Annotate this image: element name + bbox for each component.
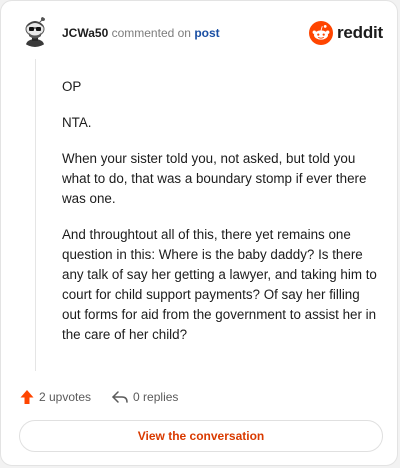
reply-button[interactable]: 0 replies <box>111 389 178 405</box>
comment-paragraph: And throughtout all of this, there yet r… <box>62 227 377 342</box>
upvote-button[interactable]: 2 upvotes <box>19 389 91 405</box>
view-conversation-button[interactable]: View the conversation <box>19 420 383 452</box>
username-link[interactable]: JCWa50 <box>62 26 108 40</box>
comment-card: JCWa50 commented on post reddit OP NTA. … <box>0 0 398 466</box>
reply-count: 0 replies <box>133 390 179 404</box>
comment-header: JCWa50 commented on post reddit <box>19 15 383 51</box>
reddit-snoo-icon <box>308 21 333 45</box>
reply-arrow-icon <box>112 391 128 403</box>
comment-body: OP NTA. When your sister told you, not a… <box>62 77 382 361</box>
comment-actions: 2 upvotes 0 replies <box>19 387 178 407</box>
brand-name: reddit <box>336 23 383 42</box>
upvote-count: 2 upvotes <box>39 390 92 404</box>
snoo-avatar-icon <box>19 15 51 47</box>
comment-paragraph: NTA. <box>62 115 92 130</box>
avatar[interactable] <box>19 15 51 47</box>
comment-paragraph: OP <box>62 79 82 94</box>
upvote-arrow-icon <box>20 390 34 404</box>
post-link[interactable]: post <box>194 26 219 40</box>
thread-line <box>35 59 36 371</box>
reddit-logo[interactable]: reddit <box>308 21 383 45</box>
comment-meta: JCWa50 commented on post <box>62 26 220 40</box>
action-text: commented on <box>111 26 191 40</box>
comment-paragraph: When your sister told you, not asked, bu… <box>62 151 367 206</box>
